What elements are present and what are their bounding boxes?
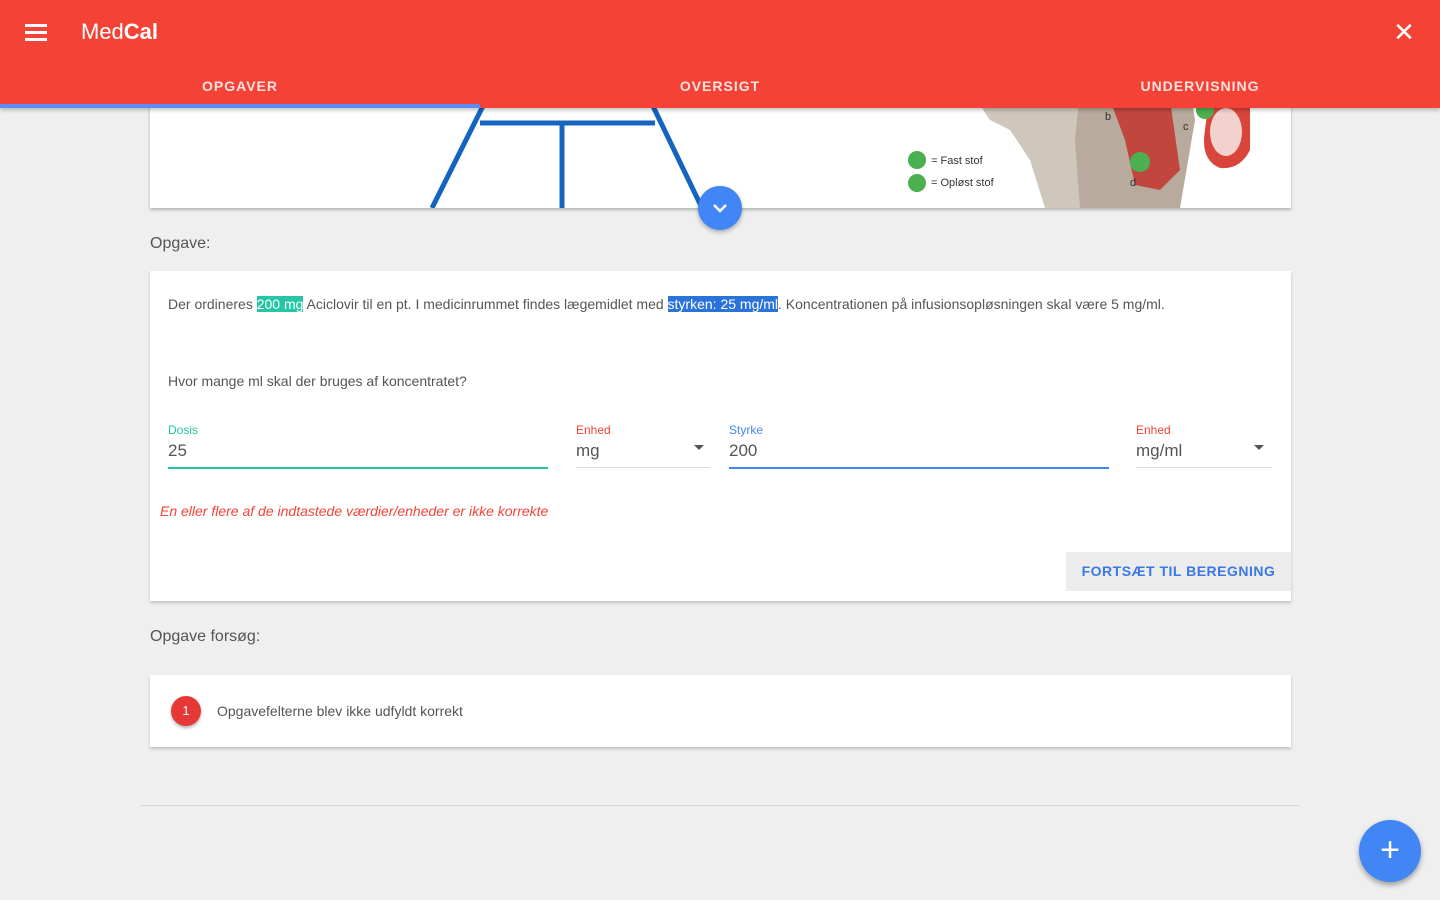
tab-undervisning[interactable]: UNDERVISNING	[1100, 78, 1300, 94]
dose-unit-value: mg	[576, 441, 600, 460]
illustration-label-d: d	[1130, 177, 1136, 189]
tab-opgaver[interactable]: OPGAVER	[140, 78, 340, 94]
add-button[interactable]: +	[1359, 820, 1421, 882]
task-card: Der ordineres 200 mg Aciclovir til en pt…	[150, 271, 1291, 601]
strength-unit-value: mg/ml	[1136, 441, 1183, 460]
dose-field-label: Dosis	[168, 423, 199, 437]
dose-unit-underline	[576, 467, 710, 468]
legend-solid-label: = Fast stof	[931, 155, 984, 167]
strength-highlight: styrken: 25 mg/ml	[667, 296, 779, 312]
strength-field-label: Styrke	[729, 423, 764, 437]
app-title: MedCal	[81, 19, 159, 44]
attempt-message: Opgavefelterne blev ikke udfyldt korrekt	[217, 703, 463, 719]
tab-oversigt[interactable]: OVERSIGT	[620, 78, 820, 94]
chevron-down-icon	[713, 204, 727, 213]
task-section-label: Opgave:	[150, 235, 211, 252]
attempt-number-badge: 1	[171, 696, 201, 726]
validation-error: En eller flere af de indtastede værdier/…	[160, 503, 549, 519]
dropdown-arrow-icon	[694, 445, 704, 450]
task-description: Der ordineres 200 mg Aciclovir til en pt…	[168, 291, 1268, 318]
plus-icon: +	[1380, 831, 1400, 869]
strength-unit-label: Enhed	[1136, 423, 1171, 437]
app-bar: MedCal ✕ OPGAVER OVERSIGT UNDERVISNING	[0, 0, 1440, 108]
strength-input[interactable]: 200	[729, 441, 757, 461]
task-text-start: Der ordineres	[168, 296, 257, 312]
dose-highlight: 200 mg	[256, 296, 304, 312]
strength-unit-underline	[1136, 467, 1272, 468]
illustration-label-c: c	[1183, 121, 1189, 133]
dose-unit-label: Enhed	[576, 423, 611, 437]
task-text-end: . Koncentrationen på infusionsopløsninge…	[778, 296, 1165, 312]
legend-dissolved-label: = Opløst stof	[931, 177, 995, 189]
strength-underline	[729, 467, 1109, 469]
hamburger-menu-icon[interactable]	[22, 18, 52, 48]
dose-input[interactable]: 25	[168, 441, 187, 461]
attempts-section-label: Opgave forsøg:	[150, 628, 261, 645]
task-text-middle: Aciclovir til en pt. I medicinrummet fin…	[303, 296, 668, 312]
active-tab-indicator	[0, 104, 480, 108]
illustration-label-b: b	[1105, 111, 1111, 123]
divider	[141, 805, 1299, 806]
expand-illustration-button[interactable]	[698, 186, 742, 230]
continue-to-calculation-button[interactable]: FORTSÆT TIL BEREGNING	[1066, 552, 1291, 591]
dose-underline	[168, 467, 548, 469]
close-icon[interactable]: ✕	[1390, 18, 1418, 46]
dropdown-arrow-icon	[1254, 445, 1264, 450]
attempt-list-item: 1 Opgavefelterne blev ikke udfyldt korre…	[150, 675, 1291, 747]
task-question: Hvor mange ml skal der bruges af koncent…	[168, 373, 467, 389]
